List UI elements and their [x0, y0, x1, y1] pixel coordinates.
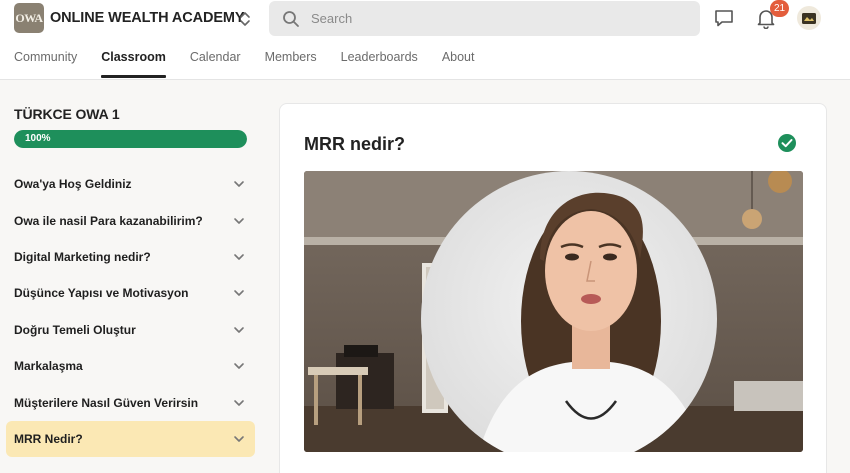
top-bar: OWA ONLINE WEALTH ACADEMY 21 Community C… [0, 0, 850, 80]
tab-leaderboards[interactable]: Leaderboards [341, 48, 418, 78]
module-label: Düşünce Yapısı ve Motivasyon [14, 286, 189, 301]
chevron-down-icon[interactable] [233, 289, 245, 297]
chevron-down-icon[interactable] [233, 253, 245, 261]
progress-label: 100% [25, 133, 51, 144]
module-label: MRR Nedir? [14, 431, 83, 446]
tab-calendar[interactable]: Calendar [190, 48, 241, 78]
chevron-down-icon[interactable] [233, 180, 245, 188]
notification-badge: 21 [770, 0, 790, 17]
completed-check-icon[interactable] [777, 133, 797, 153]
chevron-down-icon[interactable] [233, 326, 245, 334]
module-label: Markalaşma [14, 359, 83, 374]
search-input[interactable] [311, 11, 671, 26]
chevron-updown-icon[interactable] [238, 9, 252, 29]
module-label: Owa ile nasil Para kazanabilirim? [14, 213, 203, 228]
avatar-image [802, 12, 816, 24]
module-item[interactable]: Owa'ya Hoş Geldiniz [6, 166, 255, 202]
video-frame [304, 171, 803, 452]
brand[interactable]: OWA ONLINE WEALTH ACADEMY [14, 3, 245, 33]
tab-community[interactable]: Community [14, 48, 77, 78]
course-progress-bar: 100% [14, 130, 247, 148]
avatar[interactable] [797, 6, 821, 30]
tab-members[interactable]: Members [265, 48, 317, 78]
chevron-down-icon[interactable] [233, 399, 245, 407]
lesson-title: MRR nedir? [304, 134, 405, 154]
chevron-down-icon[interactable] [233, 362, 245, 370]
chevron-down-icon[interactable] [233, 435, 245, 443]
module-label: Doğru Temeli Oluştur [14, 322, 136, 337]
course-title: TÜRKCE OWA 1 [14, 106, 120, 122]
search-bar[interactable] [269, 1, 700, 36]
module-item[interactable]: Doğru Temeli Oluştur [6, 312, 255, 348]
nav-tabs: Community Classroom Calendar Members Lea… [14, 48, 498, 78]
module-label: Owa'ya Hoş Geldiniz [14, 177, 132, 192]
search-icon [283, 10, 299, 27]
module-item[interactable]: Müşterilere Nasıl Güven Verirsin [6, 384, 255, 420]
chevron-down-icon[interactable] [233, 217, 245, 225]
module-item[interactable]: Markalaşma [6, 348, 255, 384]
module-item-active[interactable]: MRR Nedir? [6, 420, 255, 457]
module-list: Owa'ya Hoş Geldiniz Owa ile nasil Para k… [6, 166, 255, 457]
module-label: Digital Marketing nedir? [14, 249, 151, 264]
tab-classroom[interactable]: Classroom [101, 48, 166, 78]
lesson-card: MRR nedir? [279, 103, 827, 473]
group-logo[interactable]: OWA [14, 3, 44, 33]
lesson-video[interactable] [304, 171, 803, 452]
module-item[interactable]: Düşünce Yapısı ve Motivasyon [6, 275, 255, 311]
tab-about[interactable]: About [442, 48, 475, 78]
chat-icon[interactable] [713, 8, 735, 28]
module-item[interactable]: Digital Marketing nedir? [6, 239, 255, 275]
module-item[interactable]: Owa ile nasil Para kazanabilirim? [6, 202, 255, 238]
module-label: Müşterilere Nasıl Güven Verirsin [14, 395, 199, 410]
group-title[interactable]: ONLINE WEALTH ACADEMY [50, 10, 245, 26]
